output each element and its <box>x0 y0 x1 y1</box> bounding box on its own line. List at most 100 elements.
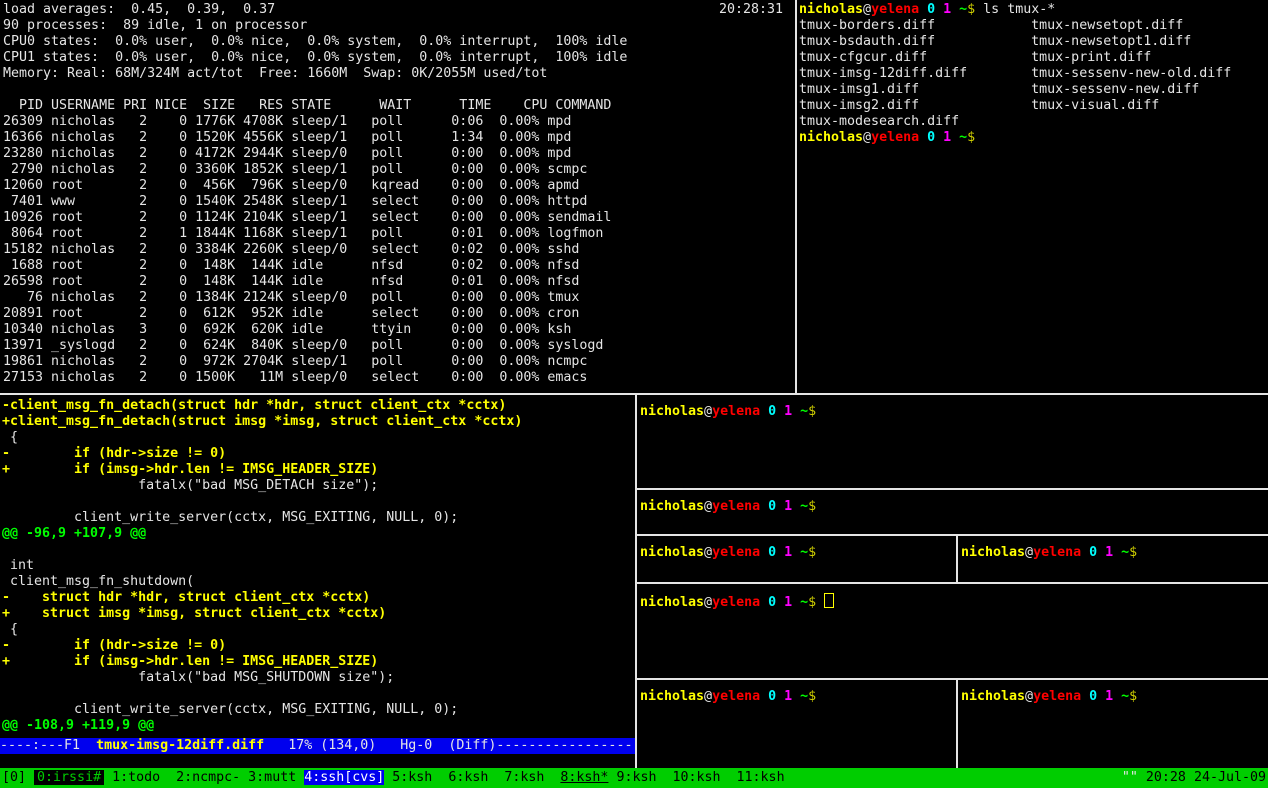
status-clock: 20:28 24-Jul-09 <box>1138 770 1266 785</box>
text-line: tmux-bsdauth.diff tmux-newsetopt1.diff <box>799 34 1268 50</box>
status-window-segment[interactable]: 9:ksh 10:ksh 11:ksh <box>608 770 784 785</box>
prompt-part: nicholas <box>640 499 704 514</box>
text-line: 90 processes: 89 idle, 1 on processor <box>3 18 795 34</box>
text-line: tmux-imsg-12diff.diff tmux-sessenv-new-o… <box>799 66 1268 82</box>
process-row: 16366 nicholas 2 0 1520K 4556K sleep/1 p… <box>3 130 795 146</box>
pane-divider-v1[interactable] <box>956 536 958 582</box>
pane-divider-h1[interactable] <box>637 488 1268 490</box>
prompt-part: $ <box>1129 545 1137 560</box>
text-line: tmux-modesearch.diff <box>799 114 1268 130</box>
prompt-part: ~ <box>792 404 808 419</box>
status-window-segment[interactable]: 5:ksh 6:ksh 7:ksh <box>384 770 560 785</box>
mode-line-segment: tmux-imsg-12diff.diff <box>96 738 264 753</box>
prompt-part: 1 <box>776 595 792 610</box>
prompt-part: @ <box>863 130 871 145</box>
prompt-part: 0 <box>1081 545 1097 560</box>
status-window-segment[interactable]: 1:todo 2:ncmpc- 3:mutt <box>104 770 304 785</box>
pane-editor-diff[interactable]: -client_msg_fn_detach(struct hdr *hdr, s… <box>0 395 635 768</box>
terminal-screen: 20:28:31 load averages: 0.45, 0.39, 0.37… <box>0 0 1268 788</box>
process-row: 2790 nicholas 2 0 3360K 1852K sleep/1 po… <box>3 162 795 178</box>
prompt-part: yelena <box>712 545 760 560</box>
prompt-part: $ <box>808 689 816 704</box>
diff-line: fatalx("bad MSG_DETACH size"); <box>2 478 635 494</box>
pane-shell-active[interactable]: nicholas@yelena 0 1 ~$ <box>637 584 1268 678</box>
diff-line: @@ -108,9 +119,9 @@ <box>2 718 635 734</box>
prompt-part: 1 <box>935 2 951 17</box>
pane-divider-v2[interactable] <box>956 680 958 768</box>
prompt-part: yelena <box>712 689 760 704</box>
pane-divider-h2[interactable] <box>637 534 1268 536</box>
diff-line <box>2 542 635 558</box>
pane-shell-4[interactable]: nicholas@yelena 0 1 ~$ <box>958 536 1268 582</box>
process-table-header: PID USERNAME PRI NICE SIZE RES STATE WAI… <box>3 98 795 114</box>
prompt-part: nicholas <box>799 130 863 145</box>
shell-prompt: nicholas@yelena 0 1 ~$ <box>640 689 816 704</box>
shell-prompt: nicholas@yelena 0 1 ~$ <box>799 2 975 17</box>
window-list: [0] 0:irssi# 1:todo 2:ncmpc- 3:mutt 4:ss… <box>2 768 785 788</box>
shell-prompt: nicholas@yelena 0 1 ~$ <box>799 130 975 145</box>
process-row: 76 nicholas 2 0 1384K 2124K sleep/0 poll… <box>3 290 795 306</box>
shell-prompt: nicholas@yelena 0 1 ~$ <box>640 499 816 514</box>
prompt-part: $ <box>967 2 975 17</box>
prompt-part: 1 <box>1097 689 1113 704</box>
pane-top-processes[interactable]: 20:28:31 load averages: 0.45, 0.39, 0.37… <box>0 0 795 393</box>
prompt-part: $ <box>808 404 816 419</box>
shell-prompt: nicholas@yelena 0 1 ~$ <box>961 545 1137 560</box>
prompt-part: 0 <box>919 2 935 17</box>
pane-divider-h4[interactable] <box>637 678 1268 680</box>
shell-prompt-line: nicholas@yelena 0 1 ~$ <box>799 130 1268 146</box>
prompt-part: yelena <box>712 499 760 514</box>
shell-prompt-line: nicholas@yelena 0 1 ~$ ls tmux-* <box>799 2 1268 18</box>
shell-prompt: nicholas@yelena 0 1 ~$ <box>961 689 1137 704</box>
pane-shell-3[interactable]: nicholas@yelena 0 1 ~$ <box>637 536 956 582</box>
prompt-part: nicholas <box>799 2 863 17</box>
status-window-segment[interactable]: [0] <box>2 770 34 785</box>
pane-shell-ls[interactable]: nicholas@yelena 0 1 ~$ ls tmux-* tmux-bo… <box>797 0 1268 393</box>
prompt-part: nicholas <box>640 689 704 704</box>
process-row: 1688 root 2 0 148K 144K idle nfsd 0:02 0… <box>3 258 795 274</box>
process-row: 13971 _syslogd 2 0 624K 840K sleep/0 pol… <box>3 338 795 354</box>
top-clock: 20:28:31 <box>719 2 783 18</box>
diff-line: @@ -96,9 +107,9 @@ <box>2 526 635 542</box>
process-row: 26598 root 2 0 148K 144K idle nfsd 0:01 … <box>3 274 795 290</box>
status-window-segment[interactable]: 0:irssi# <box>34 770 104 785</box>
prompt-part: ~ <box>792 499 808 514</box>
diff-line: + struct imsg *imsg, struct client_ctx *… <box>2 606 635 622</box>
shell-prompt: nicholas@yelena 0 1 ~$ <box>640 545 816 560</box>
pane-divider-vertical-top[interactable] <box>795 0 797 393</box>
diff-line: - struct hdr *hdr, struct client_ctx *cc… <box>2 590 635 606</box>
text-line: load averages: 0.45, 0.39, 0.37 <box>3 2 795 18</box>
text-line: Memory: Real: 68M/324M act/tot Free: 166… <box>3 66 795 82</box>
process-row: 19861 nicholas 2 0 972K 2704K sleep/1 po… <box>3 354 795 370</box>
prompt-part: $ <box>1129 689 1137 704</box>
pane-shell-6[interactable]: nicholas@yelena 0 1 ~$ <box>958 680 1268 768</box>
prompt-part: nicholas <box>640 595 704 610</box>
prompt-part: ~ <box>1113 689 1129 704</box>
diff-line: client_write_server(cctx, MSG_EXITING, N… <box>2 510 635 526</box>
pane-shell-1[interactable]: nicholas@yelena 0 1 ~$ <box>637 395 1268 488</box>
prompt-part: 1 <box>1097 545 1113 560</box>
process-row: 10340 nicholas 3 0 692K 620K idle ttyin … <box>3 322 795 338</box>
pane-divider-h3[interactable] <box>637 582 1268 584</box>
text-line: tmux-imsg2.diff tmux-visual.diff <box>799 98 1268 114</box>
process-row: 7401 www 2 0 1540K 2548K sleep/1 select … <box>3 194 795 210</box>
pane-divider-horizontal-main[interactable] <box>0 393 1268 395</box>
diff-line: fatalx("bad MSG_SHUTDOWN size"); <box>2 670 635 686</box>
status-window-segment[interactable]: 8:ksh* <box>560 770 608 785</box>
prompt-part: 0 <box>760 545 776 560</box>
prompt-part: yelena <box>871 2 919 17</box>
pane-shell-2[interactable]: nicholas@yelena 0 1 ~$ <box>637 490 1268 534</box>
diff-line: client_write_server(cctx, MSG_EXITING, N… <box>2 702 635 718</box>
pane-shell-5[interactable]: nicholas@yelena 0 1 ~$ <box>637 680 956 768</box>
mode-line-segment: ----:---F1 <box>0 738 96 753</box>
status-window-segment[interactable]: 4:ssh[cvs] <box>304 770 384 785</box>
prompt-part: @ <box>704 499 712 514</box>
process-table: 26309 nicholas 2 0 1776K 4708K sleep/1 p… <box>3 114 795 386</box>
prompt-part: ~ <box>792 689 808 704</box>
shell-prompt: nicholas@yelena 0 1 ~$ <box>640 595 816 610</box>
top-summary: load averages: 0.45, 0.39, 0.3790 proces… <box>3 2 795 82</box>
diff-line: client_msg_fn_shutdown( <box>2 574 635 590</box>
prompt-part: ~ <box>792 545 808 560</box>
prompt-part: @ <box>1025 545 1033 560</box>
pane-title-indicator: "" <box>1122 770 1138 785</box>
